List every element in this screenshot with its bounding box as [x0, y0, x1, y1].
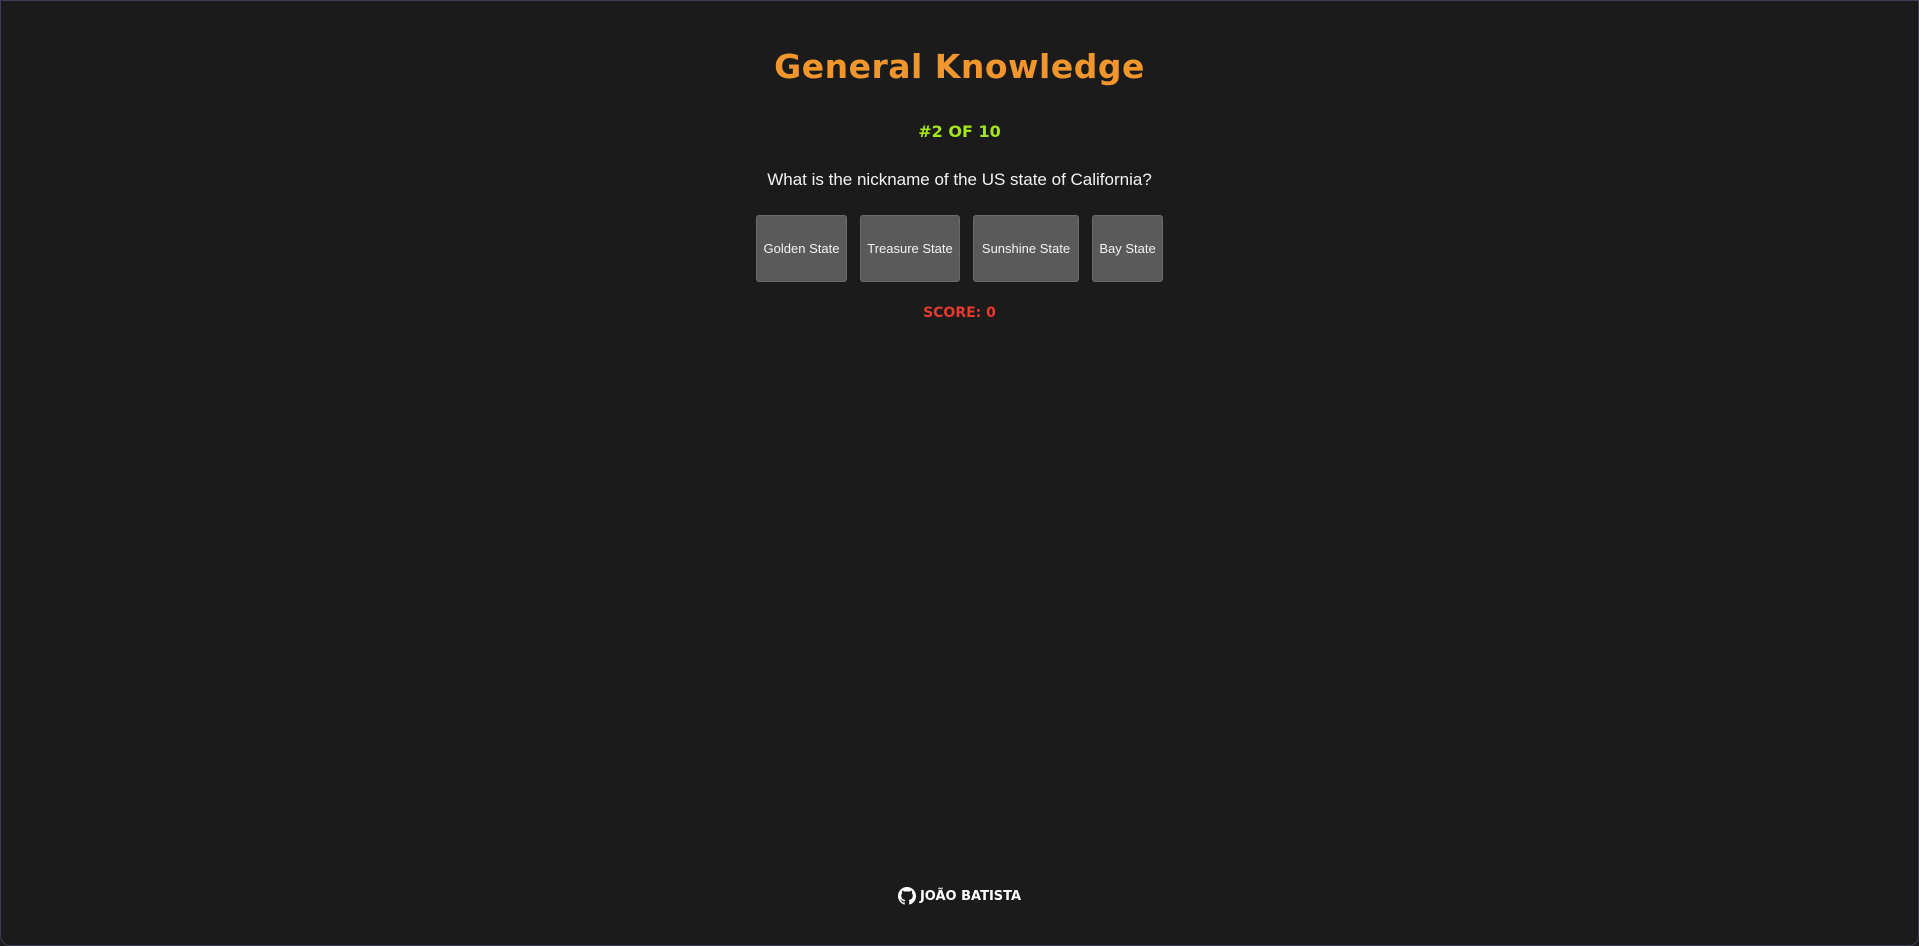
- author-link[interactable]: João Batista: [897, 887, 1022, 905]
- answer-button-sunshine-state[interactable]: Sunshine State: [973, 215, 1079, 282]
- answer-button-golden-state[interactable]: Golden State: [756, 215, 847, 282]
- quiz-title: General Knowledge: [774, 47, 1145, 86]
- answer-button-bay-state[interactable]: Bay State: [1092, 215, 1163, 282]
- answer-options: Golden State Treasure State Sunshine Sta…: [1, 215, 1918, 282]
- app-window: General Knowledge #2 of 10 What is the n…: [0, 0, 1919, 946]
- github-icon: [897, 887, 916, 905]
- footer: João Batista: [1, 887, 1918, 905]
- author-name: João Batista: [919, 888, 1022, 904]
- answer-button-treasure-state[interactable]: Treasure State: [860, 215, 960, 282]
- question-text: What is the nickname of the US state of …: [767, 170, 1152, 189]
- score-display: Score: 0: [923, 305, 996, 321]
- question-counter: #2 of 10: [918, 122, 1001, 141]
